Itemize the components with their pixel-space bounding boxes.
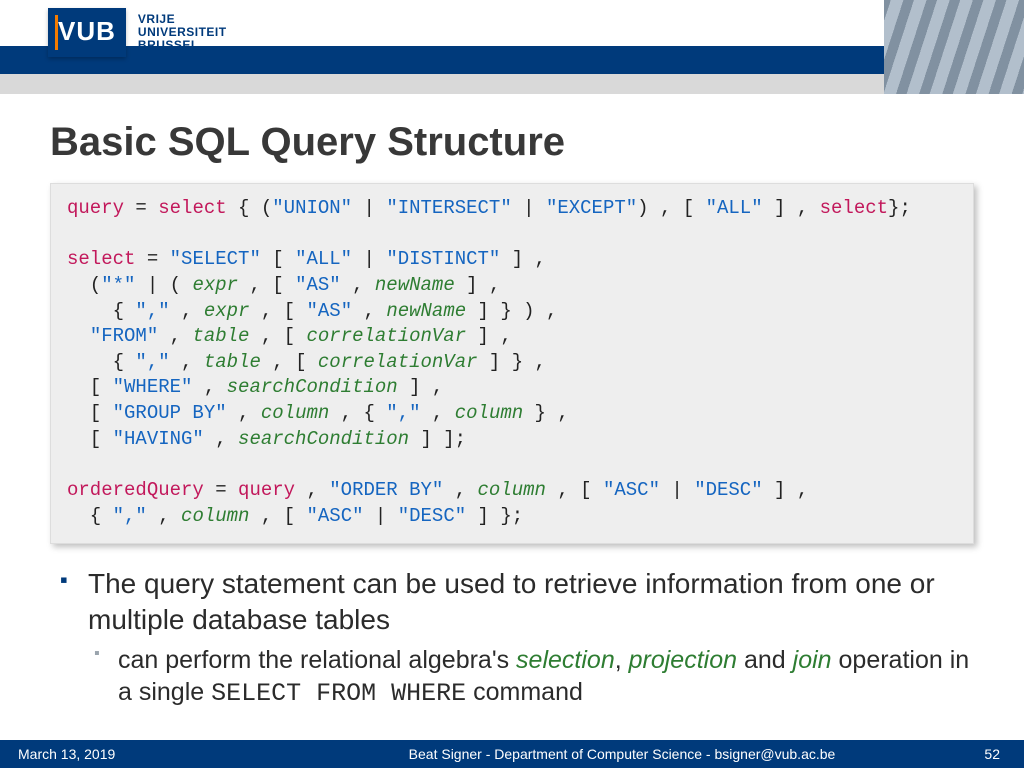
sub-bullet: can perform the relational algebra's sel… xyxy=(88,644,974,710)
grammar-code-block: query = select { ("UNION" | "INTERSECT" … xyxy=(50,183,974,544)
logo-line3: BRUSSEL xyxy=(138,39,227,52)
sub-suffix: command xyxy=(466,678,583,706)
logo-line1: VRIJE xyxy=(138,13,227,26)
slide-content: Basic SQL Query Structure query = select… xyxy=(0,100,1024,740)
and-text: and xyxy=(737,646,793,674)
comma1: , xyxy=(615,646,629,674)
bullet-main-text: The query statement can be used to retri… xyxy=(88,568,935,635)
bullet-main: The query statement can be used to retri… xyxy=(54,566,974,710)
slide-footer: March 13, 2019 Beat Signer - Department … xyxy=(0,740,1024,768)
slide-header: VUB VRIJE UNIVERSITEIT BRUSSEL xyxy=(0,0,1024,80)
word-selection: selection xyxy=(516,646,615,674)
logo-text: VRIJE UNIVERSITEIT BRUSSEL xyxy=(138,13,227,53)
sub-prefix: can perform the relational algebra's xyxy=(118,646,516,674)
word-projection: projection xyxy=(629,646,737,674)
sub-bullet-list: can perform the relational algebra's sel… xyxy=(88,644,974,710)
mono-cmd: SELECT FROM WHERE xyxy=(211,679,466,708)
footer-center: Beat Signer - Department of Computer Sci… xyxy=(340,746,904,762)
header-gray-band xyxy=(0,74,1024,94)
word-join: join xyxy=(793,646,832,674)
bullet-list: The query statement can be used to retri… xyxy=(50,566,974,710)
footer-date: March 13, 2019 xyxy=(0,746,340,762)
slide-title: Basic SQL Query Structure xyxy=(50,120,974,165)
logo-abbrev: VUB xyxy=(48,8,126,57)
vub-logo: VUB VRIJE UNIVERSITEIT BRUSSEL xyxy=(48,8,227,57)
header-building-photo xyxy=(884,0,1024,94)
footer-page: 52 xyxy=(904,746,1024,762)
